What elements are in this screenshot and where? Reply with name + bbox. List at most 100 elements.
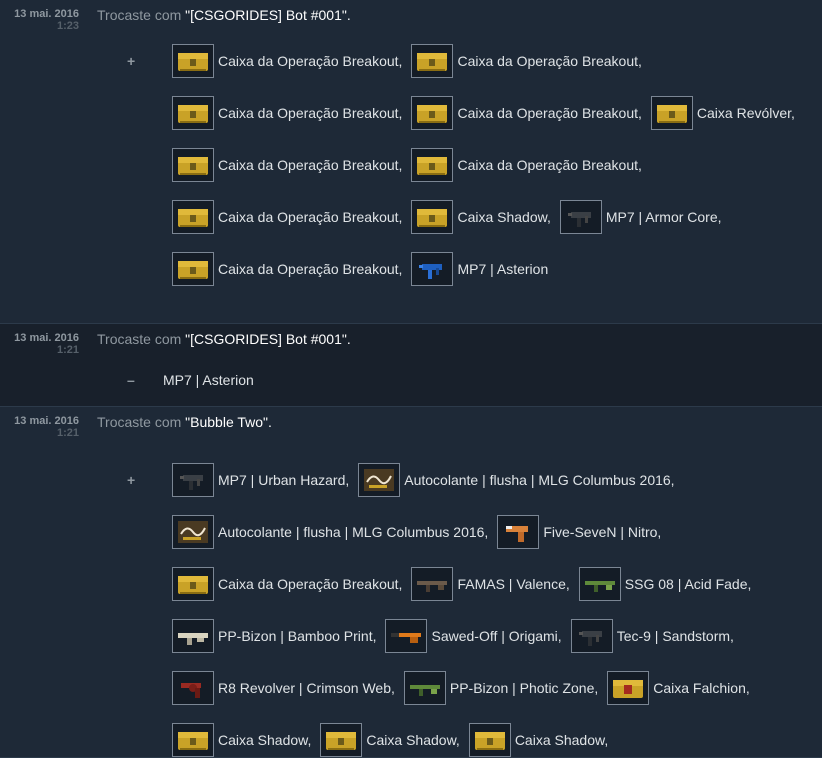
trade-item[interactable]: FAMAS | Valence, xyxy=(411,567,570,601)
trade-sign: + xyxy=(127,472,136,488)
trade-item[interactable]: R8 Revolver | Crimson Web, xyxy=(172,671,395,705)
trade-entry: 13 mai. 2016 1:21 Trocaste com "Bubble Two… xyxy=(0,407,822,758)
pistol-icon[interactable] xyxy=(497,515,540,549)
rifle-light-icon[interactable] xyxy=(172,619,214,653)
item-name: Caixa Falchion, xyxy=(653,680,750,696)
trade-sign: – xyxy=(127,372,135,388)
trade-item[interactable]: Tec-9 | Sandstorm, xyxy=(570,619,734,653)
trade-item[interactable]: MP7 | Armor Core, xyxy=(559,200,722,234)
smg-icon[interactable] xyxy=(570,619,613,653)
item-row: Autocolante | flusha | MLG Columbus 2016… xyxy=(172,514,670,550)
case-icon[interactable] xyxy=(172,148,214,182)
trade-item[interactable]: Caixa da Operação Breakout, xyxy=(172,252,402,286)
trade-item[interactable]: Caixa Shadow, xyxy=(172,723,311,757)
item-name: Autocolante | flusha | MLG Columbus 2016… xyxy=(218,524,489,540)
sticker-icon[interactable] xyxy=(358,463,401,497)
item-name: Caixa da Operação Breakout, xyxy=(218,157,403,173)
item-name: Caixa da Operação Breakout, xyxy=(218,261,403,277)
trade-date: 13 mai. 2016 1:21 xyxy=(0,415,79,439)
item-name: Caixa Shadow, xyxy=(366,732,460,748)
item-name: Caixa da Operação Breakout, xyxy=(218,105,403,121)
item-name: Sawed-Off | Origami, xyxy=(431,628,562,644)
item-name: MP7 | Asterion xyxy=(457,261,549,277)
trade-entry: 13 mai. 2016 1:21 Trocaste com "[CSGORIDES… xyxy=(0,324,822,407)
rifle-green-icon[interactable] xyxy=(403,671,446,705)
trade-prefix: Trocaste com xyxy=(97,331,186,347)
case-icon[interactable] xyxy=(172,200,214,234)
trade-item[interactable]: Caixa da Operação Breakout, xyxy=(172,44,402,78)
trade-item[interactable]: PP-Bizon | Bamboo Print, xyxy=(172,619,376,653)
trade-item[interactable]: Caixa da Operação Breakout, xyxy=(172,96,402,130)
smg-icon[interactable] xyxy=(172,463,214,497)
case-icon[interactable] xyxy=(468,723,511,757)
sticker-icon[interactable] xyxy=(172,515,214,549)
item-row: Caixa da Operação Breakout, Caixa Shadow,… xyxy=(172,199,731,235)
case-icon[interactable] xyxy=(172,252,214,286)
trade-item[interactable]: Caixa da Operação Breakout, xyxy=(411,44,642,78)
item-name: FAMAS | Valence, xyxy=(457,576,570,592)
item-name: Tec-9 | Sandstorm, xyxy=(616,628,734,644)
item-name: Caixa da Operação Breakout, xyxy=(218,209,403,225)
trade-item[interactable]: Autocolante | flusha | MLG Columbus 2016… xyxy=(172,515,488,549)
case-icon[interactable] xyxy=(411,148,454,182)
case-icon[interactable] xyxy=(411,200,454,234)
case-icon[interactable] xyxy=(411,96,454,130)
trade-item[interactable]: Caixa da Operação Breakout, xyxy=(172,200,402,234)
item-name: Caixa Shadow, xyxy=(218,732,312,748)
trade-entry: 13 mai. 2016 1:23 Trocaste com "[CSGORIDES… xyxy=(0,0,822,324)
trade-item[interactable]: Caixa Shadow, xyxy=(411,200,551,234)
trade-item[interactable]: Five-SeveN | Nitro, xyxy=(497,515,661,549)
smg-blue-icon[interactable] xyxy=(411,252,454,286)
item-name: MP7 | Urban Hazard, xyxy=(218,472,350,488)
trade-item[interactable]: Caixa da Operação Breakout, xyxy=(411,148,642,182)
time-label: 1:21 xyxy=(56,427,79,439)
revolver-icon[interactable] xyxy=(172,671,214,705)
trade-item[interactable]: Caixa da Operação Breakout, xyxy=(411,96,642,130)
case-icon[interactable] xyxy=(172,96,214,130)
item-name: Caixa Shadow, xyxy=(514,732,609,748)
item-row: R8 Revolver | Crimson Web, PP-Bizon | Pho… xyxy=(172,670,759,706)
case-red-icon[interactable] xyxy=(607,671,650,705)
trade-item[interactable]: Caixa Shadow, xyxy=(468,723,609,757)
case-icon[interactable] xyxy=(172,44,214,78)
trade-item[interactable]: Caixa Falchion, xyxy=(607,671,750,705)
trade-item[interactable]: Caixa Revólver, xyxy=(650,96,795,130)
trade-item[interactable]: Autocolante | flusha | MLG Columbus 2016… xyxy=(358,463,675,497)
trade-sign: + xyxy=(127,53,136,69)
case-icon[interactable] xyxy=(172,723,214,757)
shotgun-icon[interactable] xyxy=(385,619,428,653)
trade-item[interactable]: SSG 08 | Acid Fade, xyxy=(578,567,752,601)
item-name: Caixa Revólver, xyxy=(696,105,795,121)
trade-prefix: Trocaste com xyxy=(97,414,186,430)
case-icon[interactable] xyxy=(650,96,693,130)
case-icon[interactable] xyxy=(320,723,363,757)
trade-item[interactable]: Sawed-Off | Origami, xyxy=(385,619,562,653)
trade-item[interactable]: Caixa da Operação Breakout, xyxy=(172,567,402,601)
time-label: 1:21 xyxy=(56,344,79,356)
item-row: Caixa da Operação Breakout, Caixa da Oper… xyxy=(172,43,651,79)
trade-partner-link[interactable]: "Bubble Two". xyxy=(185,414,272,430)
date-label: 13 mai. 2016 xyxy=(14,332,79,344)
trade-item[interactable]: Caixa da Operação Breakout, xyxy=(172,148,402,182)
trade-item[interactable]: PP-Bizon | Photic Zone, xyxy=(403,671,599,705)
case-icon[interactable] xyxy=(172,567,214,601)
item-name: PP-Bizon | Photic Zone, xyxy=(449,680,599,696)
item-name: Caixa da Operação Breakout, xyxy=(457,157,642,173)
item-name: Caixa da Operação Breakout, xyxy=(457,53,642,69)
trade-item[interactable]: Caixa Shadow, xyxy=(320,723,460,757)
trade-partner-link[interactable]: "[CSGORIDES] Bot #001". xyxy=(185,7,351,23)
trade-item[interactable]: MP7 | Asterion xyxy=(411,252,548,286)
trade-description: Trocaste com "[CSGORIDES] Bot #001". xyxy=(97,7,351,23)
rifle-icon[interactable] xyxy=(411,567,454,601)
item-name: MP7 | Asterion xyxy=(163,372,254,388)
item-name: SSG 08 | Acid Fade, xyxy=(624,576,752,592)
item-name: R8 Revolver | Crimson Web, xyxy=(218,680,395,696)
date-label: 13 mai. 2016 xyxy=(14,415,79,427)
trade-partner-link[interactable]: "[CSGORIDES] Bot #001". xyxy=(185,331,351,347)
trade-item[interactable]: MP7 | Urban Hazard, xyxy=(172,463,349,497)
rifle-green-icon[interactable] xyxy=(578,567,621,601)
item-name: Caixa da Operação Breakout, xyxy=(218,53,403,69)
item-row: Caixa da Operação Breakout, FAMAS | Valen… xyxy=(172,566,760,602)
smg-icon[interactable] xyxy=(559,200,602,234)
case-icon[interactable] xyxy=(411,44,454,78)
